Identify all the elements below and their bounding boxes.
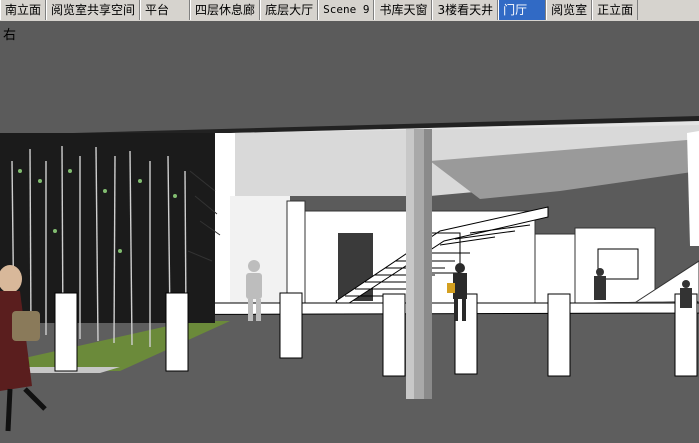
tab-south-elevation[interactable]: 南立面 — [0, 0, 47, 20]
view-direction-label: 右 — [3, 28, 17, 43]
tab-third-floor-atrium[interactable]: 3楼看天井 — [432, 0, 499, 20]
tab-ground-hall[interactable]: 底层大厅 — [260, 0, 319, 20]
tab-front-elevation[interactable]: 正立面 — [592, 0, 639, 20]
tab-fourth-floor-lounge[interactable]: 四层休息廊 — [190, 0, 261, 20]
3d-viewport[interactable]: 右 — [0, 21, 699, 443]
tab-reading-shared-space[interactable]: 阅览室共享空间 — [46, 0, 141, 20]
scene-render — [0, 21, 699, 443]
tab-stack-skylight[interactable]: 书库天窗 — [374, 0, 433, 20]
tab-scene-9[interactable]: Scene 9 — [318, 0, 375, 20]
tab-reading-room[interactable]: 阅览室 — [546, 0, 593, 20]
tab-foyer[interactable]: 门厅 — [498, 0, 547, 20]
tab-platform[interactable]: 平台 — [140, 0, 191, 20]
scene-tab-bar: 南立面 阅览室共享空间 平台 四层休息廊 底层大厅 Scene 9 书库天窗 3… — [0, 0, 699, 22]
